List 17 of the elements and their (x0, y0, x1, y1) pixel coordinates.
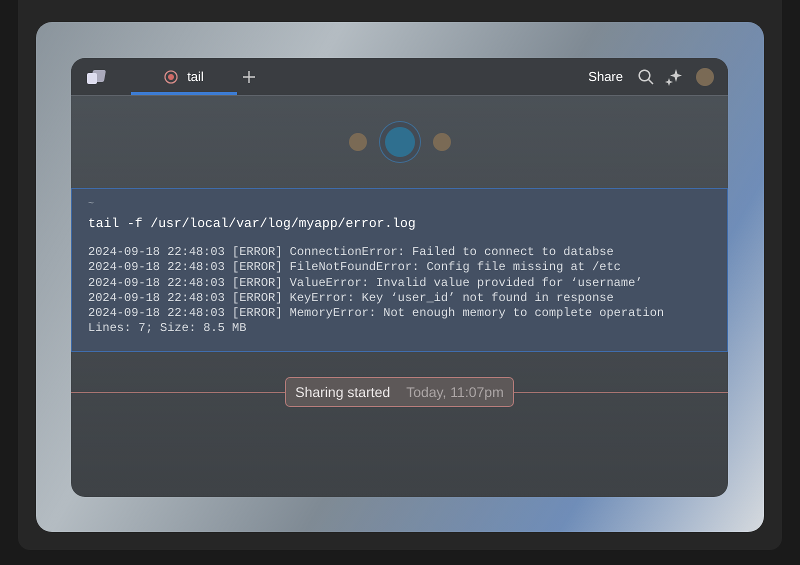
search-icon[interactable] (638, 68, 654, 84)
log-line: 2024-09-18 22:48:03 [ERROR] FileNotFoundError: Config file missing at /etc (88, 260, 622, 276)
sparkle-icon[interactable] (665, 68, 683, 86)
event-label: Sharing started (295, 384, 390, 400)
tab[interactable]: tail (131, 58, 237, 95)
add-tab-icon[interactable] (243, 70, 255, 82)
record-icon (164, 70, 178, 84)
log-line: 2024-09-18 22:48:03 [ERROR] ValueError: Invalid value provided for ‘username’ (88, 276, 644, 291)
log-line: 2024-09-18 22:48:03 [ERROR] ConnectionError: Failed to connect to databse (88, 245, 615, 260)
event-time: Today, 11:07pm (406, 384, 504, 400)
log-line: 2024-09-18 22:48:03 [ERROR] MemoryError: Not enough memory to complete operation (88, 306, 666, 322)
sidebar-icon[interactable] (87, 70, 106, 84)
log-line: 2024-09-18 22:48:03 [ERROR] KeyError: Key ‘user_id’ not found in response (88, 290, 615, 306)
log-line: Lines: 7; Size: 8.5 MB (88, 321, 248, 337)
share-button[interactable]: Share (588, 69, 623, 84)
prompt-path: ~ (88, 199, 96, 210)
terminal-command: tail -f /usr/local/var/log/myapp/error.log (88, 216, 417, 231)
